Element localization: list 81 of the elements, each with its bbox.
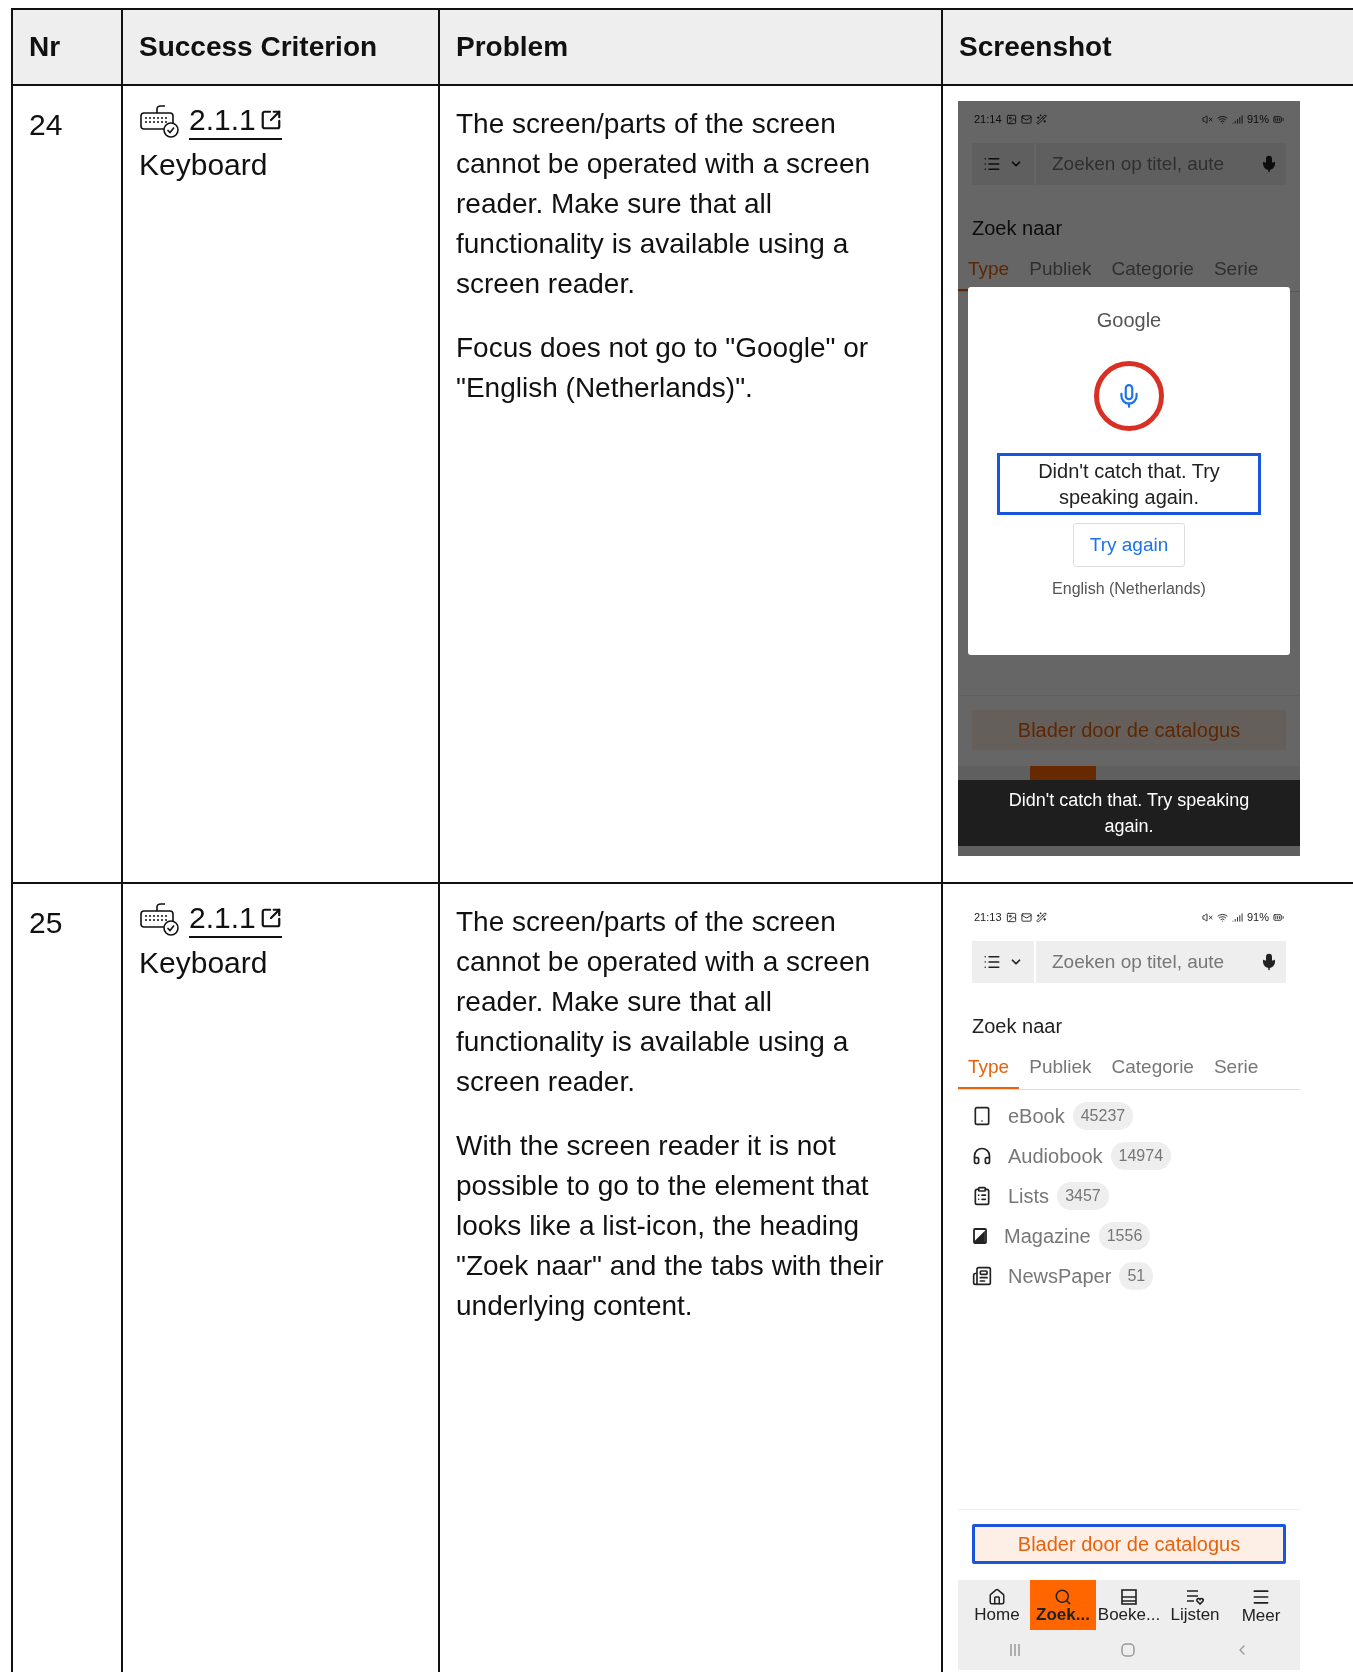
tablet-icon (972, 1105, 992, 1126)
type-option[interactable]: NewsPaper (1008, 1260, 1112, 1291)
wifi-icon (1216, 113, 1228, 125)
row-number: 24 (29, 108, 63, 141)
dialog-message: Didn't catch that. Try speaking again. (997, 453, 1261, 515)
count-badge: 14974 (1110, 1141, 1172, 1170)
count-badge: 3457 (1057, 1181, 1109, 1210)
browse-catalog-button[interactable]: Blader door de catalogus (972, 1524, 1286, 1564)
signal-icon (1231, 113, 1243, 125)
type-option[interactable]: Magazine (1004, 1220, 1091, 1251)
problem-paragraph: With the screen reader it is not possible to go to the element that looks like a list-icon, the heading "Zoek naar" and the tabs with their underlying content. (456, 1129, 885, 1323)
wand-icon (1035, 911, 1047, 923)
row-number: 25 (29, 906, 63, 939)
criterion-link[interactable]: 2.1.1 (189, 900, 282, 938)
list-icon (983, 155, 1001, 173)
filter-dropdown-button[interactable] (972, 143, 1034, 185)
criterion-name: Keyboard (139, 147, 269, 183)
mute-icon (1201, 113, 1213, 125)
clipboard-icon (972, 1185, 992, 1206)
problem-paragraph: Focus does not go to "Google" or "English (Netherlands)". (456, 331, 870, 405)
list-heart-icon (1185, 1587, 1205, 1606)
recent-apps-icon[interactable] (1007, 1643, 1022, 1657)
keyboard-check-icon (139, 104, 181, 138)
bottom-nav-item[interactable]: Lijsten (1162, 1580, 1228, 1630)
speech-error-toast: Didn't catch that. Try speaking again. (958, 780, 1300, 846)
count-badge: 45237 (1072, 1101, 1134, 1130)
criterion-link[interactable]: 2.1.1 (189, 102, 282, 140)
list-icon (983, 953, 1001, 971)
bottom-nav-item[interactable]: Meer (1228, 1580, 1294, 1630)
bottom-nav-item[interactable]: Zoek... (1030, 1580, 1096, 1630)
wifi-icon (1216, 911, 1228, 923)
language-label[interactable]: English (Netherlands) (1052, 577, 1206, 601)
bottom-nav-item[interactable]: Home (964, 1580, 1030, 1630)
filter-dropdown-button[interactable] (972, 941, 1034, 983)
count-badge: 51 (1119, 1261, 1154, 1290)
count-badge: 1556 (1098, 1221, 1151, 1250)
type-option[interactable]: eBook (1008, 1100, 1065, 1131)
search-field[interactable]: Zoeken op titel, aute (1036, 941, 1286, 983)
filter-tab[interactable]: Serie (1203, 1053, 1269, 1089)
image-icon (1005, 113, 1017, 125)
search-icon (1054, 1587, 1072, 1606)
microphone-icon (1260, 953, 1278, 971)
dialog-title: Google (1096, 308, 1162, 333)
microphone-ring[interactable] (1094, 361, 1164, 431)
type-option[interactable]: Lists (1008, 1180, 1050, 1211)
column-header: Nr (13, 10, 123, 84)
status-time: 21:13 (974, 909, 1002, 925)
criterion-name: Keyboard (139, 945, 269, 981)
section-heading: Zoek naar (972, 216, 1064, 241)
type-option[interactable]: Audiobook (1008, 1140, 1103, 1171)
status-time: 21:14 (974, 111, 1002, 127)
battery-icon (1273, 113, 1284, 125)
problem-paragraph: The screen/parts of the screen cannot be operated with a screen reader. Make sure that all functionality is available using a screen reader. (456, 905, 872, 1099)
column-header: Problem (440, 10, 943, 84)
newspaper-icon (972, 1265, 992, 1286)
image-icon (1005, 911, 1017, 923)
mail-icon (1020, 113, 1032, 125)
keyboard-check-icon (139, 902, 181, 936)
bottom-nav-item[interactable]: Boeke... (1096, 1580, 1162, 1630)
battery-percent: 91% (1246, 111, 1269, 127)
battery-percent: 91% (1246, 909, 1269, 925)
signal-icon (1231, 911, 1243, 923)
try-again-button[interactable]: Try again (1072, 523, 1186, 567)
mail-icon (1020, 911, 1032, 923)
battery-icon (1273, 911, 1284, 923)
home-icon (988, 1587, 1006, 1606)
external-link-icon (259, 109, 282, 131)
magazine-icon (972, 1226, 988, 1245)
shelf-icon (1120, 1587, 1138, 1606)
filter-tab[interactable]: Publiek (1019, 1053, 1102, 1089)
filter-tab[interactable]: Type (958, 1053, 1020, 1089)
column-header: Success Criterion (123, 10, 440, 84)
wand-icon (1035, 113, 1047, 125)
filter-tab[interactable]: Categorie (1101, 1053, 1204, 1089)
headphones-icon (972, 1145, 992, 1166)
problem-paragraph: The screen/parts of the screen cannot be operated with a screen reader. Make sure that all functionality is available using a screen reader. (456, 107, 872, 301)
external-link-icon (259, 907, 282, 929)
section-heading: Zoek naar (972, 1014, 1064, 1039)
mute-icon (1201, 911, 1213, 923)
microphone-icon (1260, 155, 1278, 173)
column-header: Screenshot (943, 10, 1353, 84)
